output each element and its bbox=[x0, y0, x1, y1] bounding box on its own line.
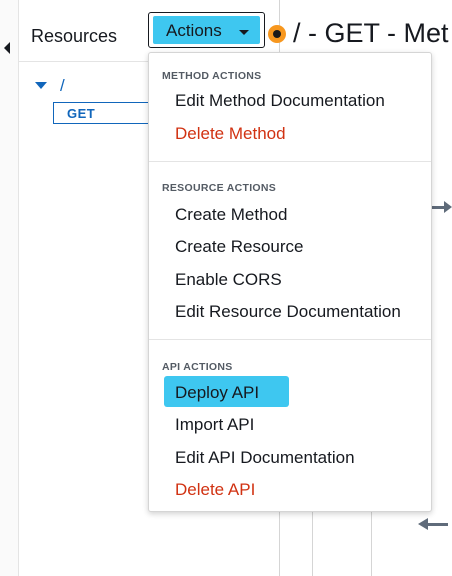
menu-item-delete-method[interactable]: Delete Method bbox=[175, 124, 286, 144]
caret-down-icon bbox=[239, 30, 249, 35]
actions-dropdown-button[interactable]: Actions bbox=[148, 12, 265, 48]
menu-group-header-resource-actions: RESOURCE ACTIONS bbox=[162, 182, 277, 194]
menu-group-header-api-actions: API ACTIONS bbox=[162, 361, 233, 373]
actions-label: Actions bbox=[166, 21, 222, 40]
arrow-left-icon bbox=[428, 523, 448, 526]
menu-item-edit-resource-documentation[interactable]: Edit Resource Documentation bbox=[175, 302, 401, 322]
method-title: / - GET - Met bbox=[293, 18, 449, 48]
tree-expand-caret-icon[interactable] bbox=[35, 82, 47, 89]
arrow-left-head-icon bbox=[418, 518, 428, 530]
menu-group-header-method-actions: METHOD ACTIONS bbox=[162, 70, 262, 82]
menu-item-import-api[interactable]: Import API bbox=[175, 415, 254, 435]
method-status-dot-icon bbox=[268, 25, 286, 43]
menu-item-deploy-api[interactable]: Deploy API bbox=[175, 383, 259, 403]
menu-item-edit-method-documentation[interactable]: Edit Method Documentation bbox=[175, 91, 385, 111]
resources-title: Resources bbox=[31, 26, 118, 46]
menu-divider bbox=[149, 339, 431, 340]
menu-item-create-method[interactable]: Create Method bbox=[175, 205, 287, 225]
menu-item-create-resource[interactable]: Create Resource bbox=[175, 237, 304, 257]
menu-item-delete-api[interactable]: Delete API bbox=[175, 480, 255, 500]
menu-item-edit-api-documentation[interactable]: Edit API Documentation bbox=[175, 448, 355, 468]
tree-root-resource[interactable]: / bbox=[60, 76, 65, 96]
tree-method-get-label: GET bbox=[67, 106, 96, 121]
collapse-arrow-icon[interactable] bbox=[4, 42, 10, 54]
method-status-dot-center bbox=[273, 30, 281, 38]
arrow-right-head-icon bbox=[444, 201, 452, 213]
panel-collapse-strip[interactable] bbox=[0, 0, 19, 576]
menu-item-enable-cors[interactable]: Enable CORS bbox=[175, 270, 282, 290]
menu-divider bbox=[149, 161, 431, 162]
actions-dropdown-menu: METHOD ACTIONS Edit Method Documentation… bbox=[148, 52, 432, 512]
